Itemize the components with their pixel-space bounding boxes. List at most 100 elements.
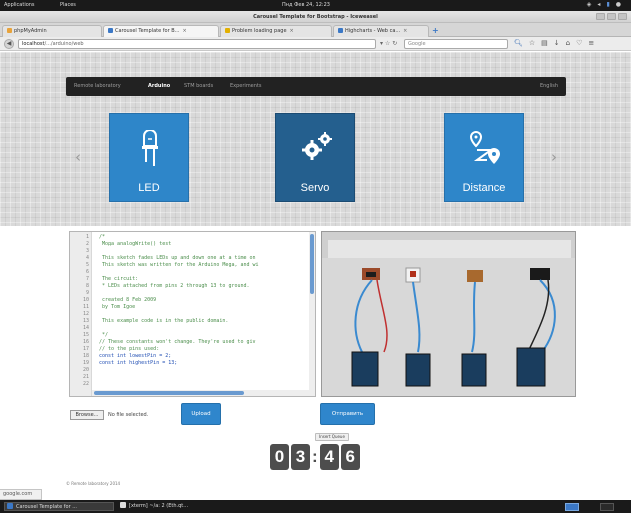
timer-digit: 3 xyxy=(291,444,310,470)
code-line: 1 /* xyxy=(70,234,105,241)
tab-label: phpMyAdmin xyxy=(14,28,47,34)
line-number: 7 xyxy=(85,276,89,282)
user-icon[interactable]: ● xyxy=(616,1,627,8)
no-file-label: No file selected. xyxy=(108,412,149,418)
carousel-prev-icon[interactable]: ‹ xyxy=(75,148,81,166)
url-bar[interactable]: localhost/.../arduino/web xyxy=(18,39,376,49)
line-number: 8 xyxy=(85,283,89,289)
tile-servo[interactable]: Servo xyxy=(275,113,355,202)
home-icon[interactable]: ⌂ xyxy=(566,39,570,47)
window-title: Carousel Template for Bootstrap - Icewea… xyxy=(253,14,378,20)
maximize-button[interactable] xyxy=(607,13,616,20)
timer-digit: 4 xyxy=(319,444,339,470)
code-line: 10 created 8 Feb 2009 xyxy=(70,297,156,304)
scrollbar-thumb[interactable] xyxy=(310,234,314,294)
line-number: 12 xyxy=(82,311,89,317)
close-tab-icon[interactable]: × xyxy=(403,28,407,34)
code-line: 6 xyxy=(70,269,99,276)
bookmark-star-icon[interactable]: ☆ xyxy=(529,39,535,47)
applications-menu[interactable]: Applications xyxy=(4,2,35,8)
pocket-icon[interactable]: ♡ xyxy=(576,39,582,47)
line-number: 16 xyxy=(82,339,89,345)
line-number: 5 xyxy=(85,262,89,268)
send-button[interactable]: Отправить xyxy=(320,403,375,425)
workspace-1[interactable] xyxy=(565,503,579,511)
line-number: 11 xyxy=(82,304,89,310)
line-number: 9 xyxy=(85,290,89,296)
code-text: This sketch fades LEDs up and down one a… xyxy=(99,255,256,261)
nav-item-experiments[interactable]: Experiments xyxy=(230,83,262,89)
line-number: 17 xyxy=(82,346,89,352)
url-controls[interactable]: ▾ ☆ ↻ xyxy=(380,40,397,47)
tab-carousel[interactable]: Carousel Template for B... × xyxy=(103,25,219,37)
url-path: /.../arduino/web xyxy=(44,41,84,47)
code-text: /* xyxy=(99,234,106,240)
line-number: 3 xyxy=(85,248,89,254)
warning-icon xyxy=(225,28,230,33)
code-text: // to the pins used: xyxy=(99,346,160,352)
browser-window-icon xyxy=(7,503,13,509)
taskbar-item-browser[interactable]: Carousel Template for ... xyxy=(4,502,114,511)
line-number: 19 xyxy=(82,360,89,366)
line-number: 4 xyxy=(85,255,89,261)
menu-icon[interactable]: ≡ xyxy=(588,39,594,47)
close-tab-icon[interactable]: × xyxy=(182,28,186,34)
tab-phpmyadmin[interactable]: phpMyAdmin xyxy=(2,25,102,37)
site-navbar: Remote laboratory Arduino STM boards Exp… xyxy=(66,77,566,96)
workspace-2[interactable] xyxy=(600,503,614,511)
highcharts-favicon-icon xyxy=(338,28,343,33)
line-number: 15 xyxy=(82,332,89,338)
line-number: 18 xyxy=(82,353,89,359)
system-clock[interactable]: Пнд Фев 24, 12:23 xyxy=(282,2,330,8)
editor-vertical-scrollbar[interactable] xyxy=(309,232,315,396)
code-line: 8 * LEDs attached from pins 2 through 13… xyxy=(70,283,250,290)
gears-icon xyxy=(302,132,332,160)
tile-led[interactable]: LED xyxy=(109,113,189,202)
search-input[interactable]: Google xyxy=(404,39,508,49)
editor-horizontal-scrollbar[interactable] xyxy=(92,390,311,396)
tile-distance[interactable]: Distance xyxy=(444,113,524,202)
phpmyadmin-favicon-icon xyxy=(7,28,12,33)
bookmarks-list-icon[interactable]: ▤ xyxy=(541,39,548,47)
line-number: 14 xyxy=(82,325,89,331)
code-text: // These constants won't change. They're… xyxy=(99,339,256,345)
scrollbar-thumb[interactable] xyxy=(94,391,244,395)
taskbar-label: Carousel Template for ... xyxy=(16,504,78,510)
taskbar-label: [xterm] ~/a: 2 (Eth.qt... xyxy=(129,503,189,509)
battery-icon[interactable]: ▮ xyxy=(606,1,615,8)
close-window-button[interactable] xyxy=(618,13,627,20)
line-number: 20 xyxy=(82,367,89,373)
code-editor[interactable]: 1/* 2 Мода analogWrite() test 3 4 This sket… xyxy=(69,231,316,397)
places-menu[interactable]: Places xyxy=(60,2,76,8)
new-tab-icon[interactable]: + xyxy=(432,26,439,35)
close-tab-icon[interactable]: × xyxy=(290,28,294,34)
led-icon xyxy=(142,130,158,166)
code-line: 13 This example code is in the public do… xyxy=(70,318,228,325)
code-text: This example code is in the public domai… xyxy=(99,318,229,324)
tab-highcharts[interactable]: Highcharts - Web ca... × xyxy=(333,25,429,37)
browse-button[interactable]: Browse... xyxy=(70,410,104,420)
language-dropdown[interactable]: English xyxy=(540,83,558,89)
terminal-window-icon xyxy=(120,502,126,508)
status-bar: google.com xyxy=(0,489,42,500)
queue-badge: Insert Queue xyxy=(315,433,349,441)
network-icon[interactable]: ◈ xyxy=(587,1,598,8)
site-brand[interactable]: Remote laboratory xyxy=(74,83,121,89)
code-text: This sketch was written for the Arduino … xyxy=(99,262,259,268)
carousel-next-icon[interactable]: › xyxy=(551,148,557,166)
countdown-timer: 0 3 : 4 6 xyxy=(270,444,362,470)
search-icon[interactable]: 🔍︎ xyxy=(514,39,523,47)
code-line: 3 xyxy=(70,248,99,255)
back-arrow-icon[interactable]: ◀ xyxy=(4,39,14,49)
bottom-taskbar: Carousel Template for ... [xterm] ~/a: 2… xyxy=(0,500,631,513)
line-number: 6 xyxy=(85,269,89,275)
nav-item-arduino[interactable]: Arduino xyxy=(148,83,170,89)
upload-button[interactable]: Upload xyxy=(181,403,221,425)
line-number: 10 xyxy=(82,297,89,303)
minimize-button[interactable] xyxy=(596,13,605,20)
taskbar-item-terminal[interactable]: [xterm] ~/a: 2 (Eth.qt... xyxy=(118,502,228,511)
tab-problem-loading[interactable]: Problem loading page × xyxy=(220,25,332,37)
nav-item-stm[interactable]: STM boards xyxy=(184,83,213,89)
downloads-icon[interactable]: ↓ xyxy=(554,39,560,47)
code-line: 18 const int lowestPin = 2; xyxy=(70,353,171,360)
